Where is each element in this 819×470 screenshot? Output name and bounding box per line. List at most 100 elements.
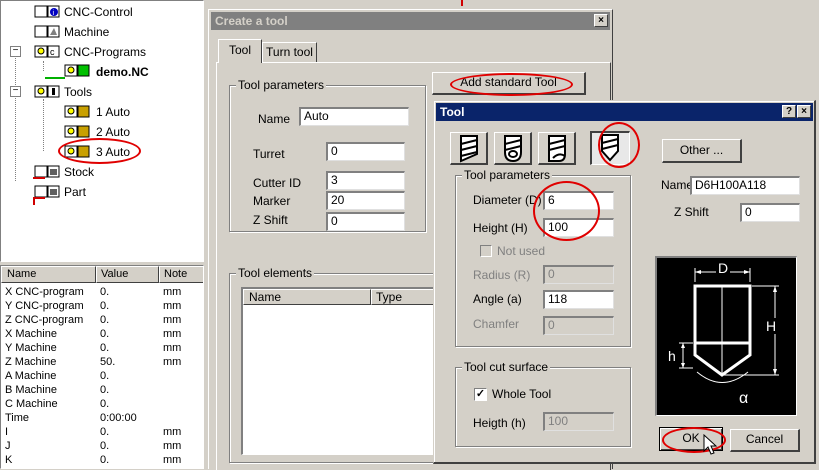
name-input[interactable]: Auto [299,107,409,126]
chamfer-input: 0 [543,316,614,335]
expander-cnc-programs[interactable]: − [10,46,21,57]
table-row[interactable]: C Machine 0. [1,397,201,411]
elements-header-type[interactable]: Type [371,289,436,305]
table-row[interactable]: J 0. mm [1,439,201,453]
cell-name: X CNC-program [5,286,84,298]
cell-name: Time [5,412,30,424]
tree-item-part[interactable]: Part [64,184,86,200]
tool-title: Tool [440,105,465,119]
table-row[interactable]: Y CNC-program 0. mm [1,299,201,313]
mouse-cursor-icon [703,433,719,461]
whole-tool-checkbox[interactable]: ✓ [474,388,487,401]
table-row[interactable]: K 0. mm [1,453,201,467]
cell-name: B Machine [5,384,57,396]
other-button[interactable]: Other ... [662,139,742,163]
tree-item-tools[interactable]: Tools [64,84,92,100]
radius-label: Radius (R) [473,268,531,282]
tool-z-shift-input[interactable]: 0 [740,203,800,222]
whole-tool-label: Whole Tool [492,387,552,401]
turret-input[interactable]: 0 [326,142,405,161]
cell-value: 0. [100,440,110,452]
properties-listview: Name Value Note X CNC-program 0. mm Y CNC-p… [0,265,204,469]
tab-turn-tool[interactable]: Turn tool [262,42,317,62]
table-row[interactable]: X Machine 0. mm [1,327,201,341]
column-header-note[interactable]: Note [159,266,203,283]
tool-dialog-parameters-title: Tool parameters [462,168,553,182]
height-label: Height (H) [473,221,528,235]
angle-input[interactable]: 118 [543,290,614,309]
cutter-id-label: Cutter ID [253,176,302,190]
marker-label: Marker [253,194,291,208]
elements-header-name[interactable]: Name [243,289,371,305]
cell-value: 0. [100,398,110,410]
not-used-checkbox[interactable] [480,245,492,257]
cutter-id-input[interactable]: 3 [326,171,405,190]
angle-label: Angle (a) [473,292,522,306]
tool-type-ball-endmill-button[interactable] [494,132,532,165]
table-row[interactable]: B Machine 0. [1,383,201,397]
help-button[interactable]: ? [782,105,796,118]
cell-note: mm [163,286,182,298]
tree-item-cnc-control[interactable]: CNC-Control [64,4,133,20]
tool-elements-group-title: Tool elements [236,266,315,280]
cell-value: 0. [100,454,110,466]
diagram-small-h-label: h [668,348,676,364]
tree-item-stock[interactable]: Stock [64,164,94,180]
highlight-ellipse-drill [598,122,640,168]
tool-name-input[interactable]: D6H100A118 [690,176,800,195]
marker-input[interactable]: 20 [326,191,405,210]
table-row[interactable]: A Machine 0. [1,369,201,383]
cell-value: 0. [100,426,110,438]
name-label: Name [258,112,291,126]
cell-value: 0:00:00 [100,412,137,424]
cell-note: mm [163,426,182,438]
heigth-label: Heigth (h) [473,416,526,430]
tab-tool[interactable]: Tool [218,39,262,63]
cell-name: K [5,454,13,466]
program-file-icon [64,64,90,78]
cell-name: Z Machine [5,356,57,368]
tool-type-flat-endmill-button[interactable] [450,132,488,165]
tool-cut-surface-title: Tool cut surface [462,360,551,374]
radius-input: 0 [543,265,614,284]
cell-name: X Machine [5,328,57,340]
tool-close-button[interactable]: × [797,105,811,118]
highlight-ellipse-add-standard [450,73,573,96]
table-row[interactable]: X CNC-program 0. mm [1,285,201,299]
cell-value: 0. [100,286,110,298]
flat-endmill-icon [459,135,478,163]
table-row[interactable]: Z CNC-program 0. mm [1,313,201,327]
tree-item-demo-nc[interactable]: demo.NC [96,64,149,80]
create-tool-close-button[interactable]: × [594,14,608,27]
tool-type-bull-endmill-button[interactable] [538,132,576,165]
chamfer-label: Chamfer [473,317,520,331]
table-row[interactable]: Y Machine 0. mm [1,341,201,355]
diameter-label: Diameter (D) [473,193,542,207]
cell-value: 0. [100,370,110,382]
table-row[interactable]: Time 0:00:00 [1,411,201,425]
table-row[interactable]: Z Machine 50. mm [1,355,201,369]
expander-tools[interactable]: − [10,86,21,97]
cell-name: Y Machine [5,342,57,354]
tool-elements-list[interactable]: Name Type [241,287,436,455]
cell-name: C Machine [5,398,58,410]
cancel-button[interactable]: Cancel [730,429,800,452]
bull-endmill-icon [547,135,566,162]
tree-item-cnc-programs[interactable]: CNC-Programs [64,44,146,60]
cell-value: 0. [100,328,110,340]
ball-endmill-icon [503,135,522,163]
z-shift-input[interactable]: 0 [326,212,405,231]
tool-icon [64,105,90,119]
cell-note: mm [163,440,182,452]
table-row[interactable]: I 0. mm [1,425,201,439]
column-header-name[interactable]: Name [1,266,96,283]
tree-lines [15,51,16,181]
tools-icon [34,85,60,99]
tool-dialog: Tool ? × Other ... Name D6H100A118 Z Shi… [433,100,816,464]
tree-item-tool-1[interactable]: 1 Auto [96,104,130,120]
cell-value: 50. [100,356,116,368]
tool-name-label: Name [661,178,694,192]
tool-cut-surface-group: Tool cut surface [455,360,631,447]
column-header-value[interactable]: Value [96,266,159,283]
tree-item-machine[interactable]: Machine [64,24,109,40]
